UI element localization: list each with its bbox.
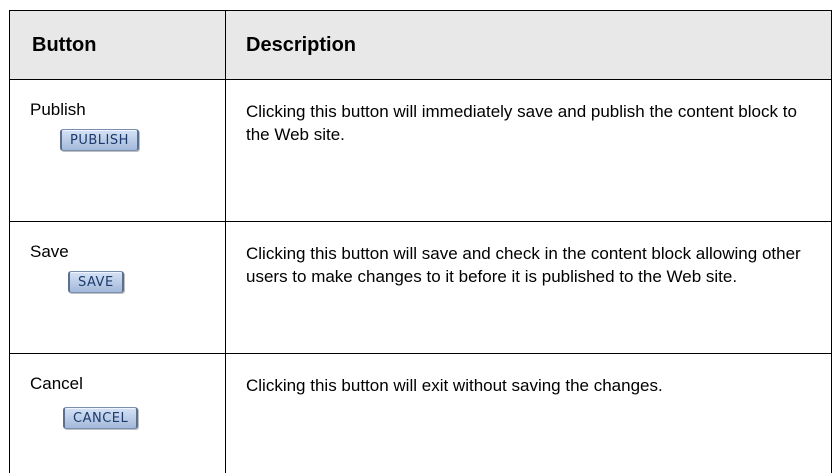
table-row-cancel: Cancel CANCEL Clicking this button will … — [10, 354, 832, 473]
description-cell: Clicking this button will save and check… — [226, 222, 832, 354]
button-cell: Cancel CANCEL — [10, 354, 226, 473]
table-header: Button Description — [10, 11, 832, 80]
publish-button[interactable]: PUBLISH — [60, 129, 139, 151]
description-cell: Clicking this button will immediately sa… — [226, 80, 832, 222]
button-name: Save — [30, 240, 225, 263]
cancel-button[interactable]: CANCEL — [63, 407, 138, 429]
button-name: Cancel — [30, 372, 225, 395]
table-body: Publish PUBLISH Clicking this button wil… — [10, 80, 832, 473]
save-button[interactable]: SAVE — [68, 271, 124, 293]
button-cell: Publish PUBLISH — [10, 80, 226, 222]
table-row-publish: Publish PUBLISH Clicking this button wil… — [10, 80, 832, 222]
button-description-table: Button Description Publish PUBLISH Click… — [9, 10, 832, 473]
table-header-row: Button Description — [10, 11, 832, 80]
table-row-save: Save SAVE Clicking this button will save… — [10, 222, 832, 354]
description-cell: Clicking this button will exit without s… — [226, 354, 832, 473]
button-name: Publish — [30, 98, 225, 121]
header-description: Description — [226, 11, 832, 80]
header-button: Button — [10, 11, 226, 80]
button-cell: Save SAVE — [10, 222, 226, 354]
